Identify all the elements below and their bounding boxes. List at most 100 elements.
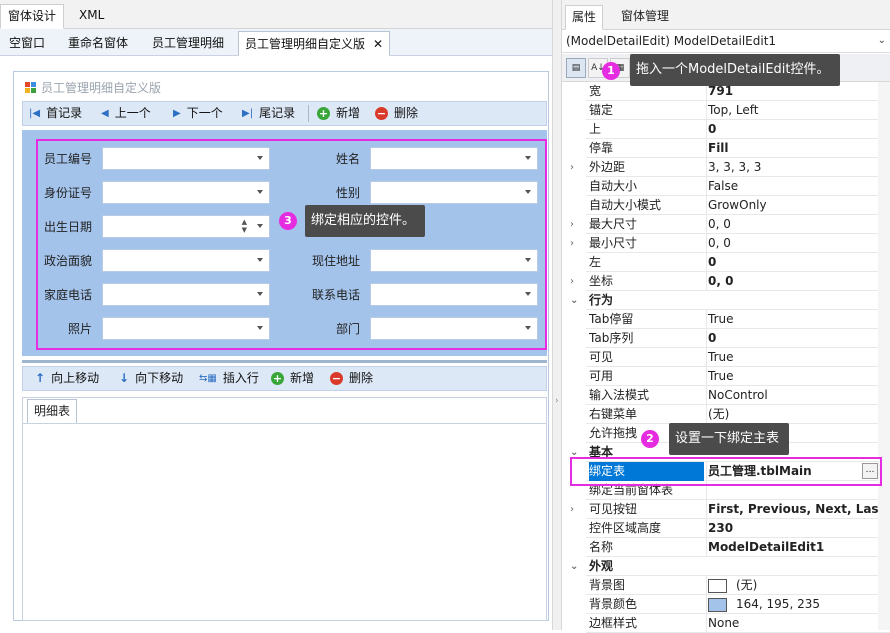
- property-row[interactable]: › 可见按钮 First, Previous, Next, Last, A: [562, 500, 890, 519]
- property-value[interactable]: ModelDetailEdit1: [706, 538, 878, 557]
- chevron-right-icon[interactable]: ›: [570, 272, 574, 291]
- property-value[interactable]: (无): [706, 405, 878, 424]
- pane-splitter[interactable]: ›: [552, 0, 562, 630]
- chevron-down-icon[interactable]: ⌄: [570, 557, 578, 576]
- property-value[interactable]: 0: [706, 253, 878, 272]
- tab-form-design[interactable]: 窗体设计: [0, 4, 65, 29]
- property-value[interactable]: (无): [706, 576, 878, 595]
- next-record-button[interactable]: ▶ 下一个: [173, 102, 223, 125]
- property-value[interactable]: 0, 0: [706, 215, 878, 234]
- categorized-view-icon[interactable]: ▤: [566, 58, 586, 78]
- property-grid-scrollbar[interactable]: [878, 82, 890, 630]
- doc-tab-employee-detail-custom[interactable]: 员工管理明细自定义版 ✕: [238, 31, 391, 56]
- chevron-right-icon[interactable]: ›: [570, 500, 574, 519]
- chevron-right-icon[interactable]: ›: [570, 215, 574, 234]
- property-value[interactable]: True: [706, 348, 878, 367]
- property-row[interactable]: › 坐标 0, 0: [562, 272, 890, 291]
- property-row[interactable]: 可用 True: [562, 367, 890, 386]
- property-row[interactable]: 上0: [562, 120, 890, 139]
- property-value[interactable]: First, Previous, Next, Last, A: [706, 500, 878, 519]
- property-value-text: 230: [708, 521, 734, 535]
- chevron-right-icon[interactable]: ›: [570, 234, 574, 253]
- property-row[interactable]: 背景图 (无): [562, 576, 890, 595]
- detail-delete-button[interactable]: − 删除: [330, 367, 373, 390]
- chevron-down-icon[interactable]: ⌄: [570, 291, 578, 310]
- property-value[interactable]: True: [706, 310, 878, 329]
- add-record-button[interactable]: + 新增: [317, 102, 360, 125]
- first-record-button[interactable]: |◀ 首记录: [29, 102, 82, 125]
- property-grid: 宽 791 锚定 Top, Left 上 0 停靠 Fill › 外边距 3, 3, 3, 3 自动大…: [562, 82, 890, 633]
- doc-tab-employee-detail[interactable]: 员工管理明细: [146, 31, 230, 56]
- chevron-down-icon[interactable]: ⌄: [878, 31, 886, 51]
- property-value[interactable]: None: [706, 614, 878, 633]
- form-title: 员工管理明细自定义版: [41, 81, 162, 95]
- property-row[interactable]: 自动大小 False: [562, 177, 890, 196]
- property-value[interactable]: 0: [706, 329, 878, 348]
- arrow-up-icon: ↑: [35, 371, 46, 385]
- property-row[interactable]: 左0: [562, 253, 890, 272]
- tab-detail-table[interactable]: 明细表: [27, 399, 78, 423]
- insert-row-button[interactable]: ⇆▦ 插入行: [199, 367, 259, 390]
- property-value[interactable]: Top, Left: [706, 101, 878, 120]
- property-value[interactable]: False: [706, 177, 878, 196]
- property-row[interactable]: 右键菜单 (无): [562, 405, 890, 424]
- doc-tab-rename-form[interactable]: 重命名窗体: [62, 31, 134, 56]
- property-name: 边框样式: [589, 616, 638, 630]
- object-selector[interactable]: (ModelDetailEdit) ModelDetailEdit1 ⌄: [562, 31, 890, 53]
- property-category[interactable]: ⌄ 外观: [562, 557, 890, 576]
- property-gutter: [562, 595, 586, 614]
- splitter-bar[interactable]: [22, 360, 547, 363]
- property-row[interactable]: › 最大尺寸 0, 0: [562, 215, 890, 234]
- property-name: 停靠: [589, 141, 614, 155]
- property-value[interactable]: Fill: [706, 139, 878, 158]
- move-up-button[interactable]: ↑ 向上移动: [35, 367, 99, 390]
- property-row[interactable]: › 外边距 3, 3, 3, 3: [562, 158, 890, 177]
- prev-record-button[interactable]: ◀ 上一个: [101, 102, 151, 125]
- property-value[interactable]: 230: [706, 519, 878, 538]
- property-row[interactable]: 背景颜色 164, 195, 235: [562, 595, 890, 614]
- property-value[interactable]: 0, 0: [706, 234, 878, 253]
- property-row[interactable]: › 最小尺寸 0, 0: [562, 234, 890, 253]
- property-value[interactable]: NoControl: [706, 386, 878, 405]
- move-down-button[interactable]: ↓ 向下移动: [119, 367, 183, 390]
- property-row[interactable]: 输入法模式 NoControl: [562, 386, 890, 405]
- property-value-text: 164, 195, 235: [736, 597, 820, 611]
- record-nav-toolbar: |◀ 首记录 ◀ 上一个 ▶ 下一个 ▶| 尾记录 + 新增 − 删除: [22, 101, 547, 126]
- property-row[interactable]: 控件区域高度 230: [562, 519, 890, 538]
- property-value[interactable]: 3, 3, 3, 3: [706, 158, 878, 177]
- property-category[interactable]: ⌄ 行为: [562, 291, 890, 310]
- chevron-right-icon[interactable]: ›: [570, 158, 574, 177]
- move-down-label: 向下移动: [135, 371, 184, 385]
- chevron-right-icon[interactable]: ›: [555, 396, 561, 410]
- property-row[interactable]: 名称 ModelDetailEdit1: [562, 538, 890, 557]
- detail-add-button[interactable]: + 新增: [271, 367, 314, 390]
- property-category-label: 外观: [589, 559, 614, 573]
- close-icon[interactable]: ✕: [373, 32, 383, 56]
- tab-properties[interactable]: 属性: [565, 5, 604, 30]
- property-row[interactable]: 停靠 Fill: [562, 139, 890, 158]
- last-record-label: 尾记录: [259, 106, 296, 120]
- property-row[interactable]: 可见 True: [562, 348, 890, 367]
- property-name: 右键菜单: [589, 407, 638, 421]
- last-record-button[interactable]: ▶| 尾记录: [242, 102, 295, 125]
- doc-tab-empty-window[interactable]: 空窗口: [3, 31, 51, 56]
- property-gutter: [562, 82, 586, 101]
- property-name: 名称: [589, 540, 614, 554]
- property-value[interactable]: GrowOnly: [706, 196, 878, 215]
- tab-form-management[interactable]: 窗体管理: [615, 5, 675, 30]
- property-value[interactable]: True: [706, 367, 878, 386]
- tab-xml[interactable]: XML: [72, 4, 111, 29]
- delete-record-button[interactable]: − 删除: [375, 102, 418, 125]
- arrow-down-icon: ↓: [119, 371, 130, 385]
- property-value-text: Top, Left: [708, 103, 759, 117]
- property-value[interactable]: 0, 0: [706, 272, 878, 291]
- property-row[interactable]: 边框样式 None: [562, 614, 890, 633]
- property-value[interactable]: 164, 195, 235: [706, 595, 878, 614]
- property-row[interactable]: 自动大小模式 GrowOnly: [562, 196, 890, 215]
- property-row[interactable]: Tab停留 True: [562, 310, 890, 329]
- property-value[interactable]: 0: [706, 120, 878, 139]
- property-value-text: (无): [708, 407, 730, 421]
- property-row[interactable]: Tab序列 0: [562, 329, 890, 348]
- property-row[interactable]: 锚定 Top, Left: [562, 101, 890, 120]
- property-name: 锚定: [589, 103, 614, 117]
